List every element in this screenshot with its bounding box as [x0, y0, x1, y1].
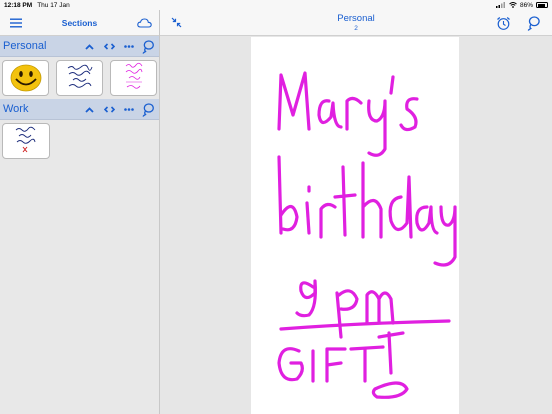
chevron-up-icon[interactable] [83, 39, 95, 54]
note-thumbnail-handwritten[interactable] [56, 60, 103, 96]
chevron-up-icon[interactable] [83, 102, 95, 117]
battery-level [537, 3, 546, 7]
main-area: Personal 2 [160, 10, 552, 414]
status-bar: 12:18 PM Thu 17 Jan 86% [0, 0, 552, 10]
ellipsis-icon[interactable] [123, 102, 135, 117]
page-number: 2 [354, 25, 358, 32]
pink-scribble-icon [125, 62, 142, 89]
wifi-icon [509, 2, 517, 8]
section-name: Work [3, 103, 29, 115]
lasso-icon[interactable] [141, 102, 155, 117]
battery-icon [536, 2, 548, 8]
note-thumbnail-work-report[interactable] [2, 123, 50, 159]
ellipsis-icon[interactable] [123, 39, 135, 54]
page-title: Personal [337, 13, 375, 24]
status-time: 12:18 PM [4, 1, 33, 9]
code-brackets-icon[interactable] [103, 102, 116, 117]
section-notes-personal [0, 57, 159, 99]
cloud-icon[interactable] [136, 16, 152, 29]
code-brackets-icon[interactable] [103, 39, 116, 54]
lasso-icon[interactable] [526, 15, 540, 31]
handwritten-ink-drawing [277, 71, 457, 399]
section-header-work[interactable]: Work [0, 99, 159, 120]
handwriting-scribble-icon [15, 126, 36, 152]
section-header-personal[interactable]: Personal [0, 36, 159, 57]
note-thumbnail-marys-birthday[interactable] [110, 60, 157, 96]
note-page-canvas[interactable] [251, 37, 459, 414]
hamburger-menu-icon[interactable] [9, 17, 22, 28]
signal-icon [495, 2, 505, 8]
section-name: Personal [3, 40, 47, 52]
handwriting-scribble-icon [67, 64, 92, 88]
status-right: 86% [495, 1, 548, 9]
sidebar-header: Sections [0, 10, 159, 36]
section-notes-work [0, 120, 159, 162]
note-thumbnail-smiley[interactable] [2, 60, 49, 96]
alarm-clock-icon[interactable] [495, 15, 511, 31]
sidebar: Sections Personal Work [0, 10, 160, 414]
main-header: Personal 2 [160, 10, 552, 36]
smiley-face-icon [10, 64, 41, 92]
lasso-icon[interactable] [141, 39, 155, 54]
status-date: Thu 17 Jan [37, 1, 70, 9]
battery-percent: 86% [519, 1, 533, 9]
